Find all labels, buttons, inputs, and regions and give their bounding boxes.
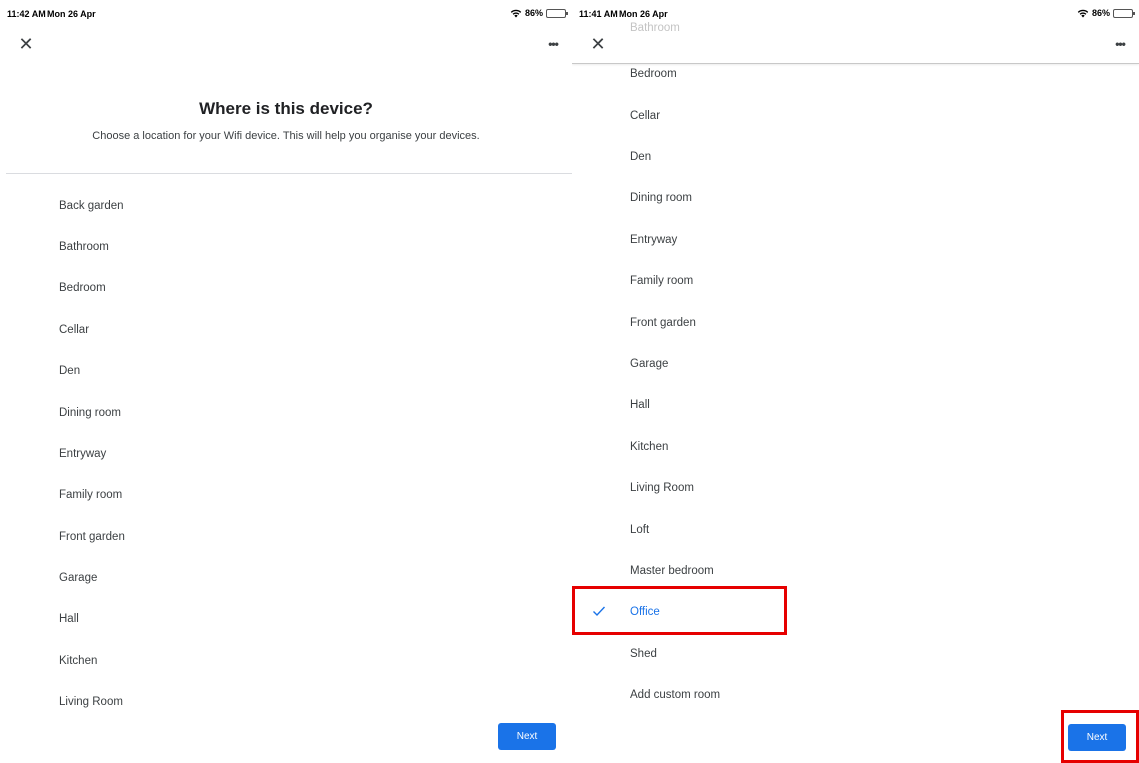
page-subtitle: Choose a location for your Wifi device. …	[92, 130, 480, 142]
room-item[interactable]: Garage	[0, 558, 572, 599]
room-label: Den	[630, 151, 652, 163]
battery-icon	[1113, 8, 1135, 18]
room-item[interactable]: Hall	[0, 599, 572, 640]
room-label: Shed	[630, 648, 657, 660]
room-item-selected[interactable]: Office	[572, 592, 1139, 633]
left-screen: 11:42 AM Mon 26 Apr 86% ✕ ••• Where is t…	[0, 0, 572, 763]
battery-percent: 86%	[524, 8, 543, 18]
room-item[interactable]: Entryway	[0, 434, 572, 475]
room-item[interactable]: Dining room	[572, 178, 1139, 219]
room-item[interactable]: Den	[572, 137, 1139, 178]
room-label: Cellar	[630, 110, 661, 122]
check-icon	[593, 606, 606, 617]
wifi-icon	[510, 9, 522, 18]
room-item[interactable]: Family room	[572, 261, 1139, 302]
room-item[interactable]: Den	[0, 351, 572, 392]
battery-icon	[546, 8, 568, 18]
room-label: Bedroom	[630, 68, 677, 80]
room-item[interactable]: Kitchen	[572, 427, 1139, 468]
room-label: Hall	[59, 613, 79, 625]
room-label: Bathroom	[59, 241, 109, 253]
room-label: Loft	[630, 524, 650, 536]
room-label: Cellar	[59, 324, 90, 336]
room-label: Add custom room	[630, 689, 721, 701]
close-icon: ✕	[590, 34, 606, 54]
room-label: Family room	[630, 275, 694, 287]
room-label: Kitchen	[630, 441, 669, 453]
more-options-icon: •••	[1115, 37, 1126, 51]
room-item[interactable]: Bathroom	[0, 227, 572, 268]
top-bar: Bathroom 11:41 AM Mon 26 Apr 86% ✕ •••	[572, 0, 1139, 64]
room-label: Den	[59, 365, 81, 377]
room-label: Back garden	[59, 200, 124, 212]
status-date: Mon 26 Apr	[619, 9, 668, 19]
room-item[interactable]: Bedroom	[0, 268, 572, 309]
room-label: Office	[630, 606, 660, 618]
room-label: Garage	[630, 358, 669, 370]
room-item[interactable]: Family room	[0, 475, 572, 516]
status-indicators: 86%	[1077, 8, 1135, 18]
status-bar: 11:42 AM Mon 26 Apr 86%	[0, 0, 572, 26]
room-item[interactable]: Cellar	[572, 96, 1139, 137]
room-item[interactable]: Master bedroom	[572, 551, 1139, 592]
close-button[interactable]: ✕	[588, 34, 608, 54]
right-screen: Bathroom 11:41 AM Mon 26 Apr 86% ✕ ••• B…	[572, 0, 1139, 763]
next-button[interactable]: Next	[498, 723, 556, 750]
wifi-icon	[1077, 9, 1089, 18]
room-label: Kitchen	[59, 655, 98, 667]
room-label: Master bedroom	[630, 565, 714, 577]
status-date: Mon 26 Apr	[47, 9, 96, 19]
status-indicators: 86%	[510, 8, 568, 18]
room-label: Family room	[59, 489, 123, 501]
room-label: Entryway	[630, 234, 678, 246]
more-options-button[interactable]: •••	[1110, 34, 1130, 54]
next-button[interactable]: Next	[1068, 724, 1126, 751]
room-label: Front garden	[630, 317, 696, 329]
room-label: Dining room	[630, 192, 692, 204]
add-custom-room[interactable]: Add custom room	[572, 675, 1139, 716]
room-item[interactable]: Back garden	[0, 186, 572, 227]
room-item[interactable]: Entryway	[572, 220, 1139, 261]
room-label: Living Room	[630, 482, 694, 494]
room-item[interactable]: Shed	[572, 634, 1139, 675]
status-time: 11:42 AM	[7, 9, 46, 19]
room-item[interactable]: Front garden	[572, 303, 1139, 344]
status-bar: 11:41 AM Mon 26 Apr 86%	[572, 0, 1139, 26]
room-label: Living Room	[59, 696, 123, 708]
room-item[interactable]: Front garden	[0, 517, 572, 558]
divider	[6, 173, 572, 174]
room-item[interactable]: Loft	[572, 510, 1139, 551]
room-item[interactable]: Living Room	[0, 682, 572, 723]
more-options-icon: •••	[548, 37, 559, 51]
more-options-button[interactable]: •••	[543, 34, 563, 54]
room-item[interactable]: Garage	[572, 344, 1139, 385]
room-label: Front garden	[59, 531, 125, 543]
room-item[interactable]: Hall	[572, 385, 1139, 426]
room-label: Garage	[59, 572, 98, 584]
room-label: Entryway	[59, 448, 107, 460]
room-label: Dining room	[59, 407, 121, 419]
battery-percent: 86%	[1091, 8, 1110, 18]
room-item[interactable]: Dining room	[0, 393, 572, 434]
close-icon: ✕	[18, 34, 34, 54]
status-time: 11:41 AM	[579, 9, 618, 19]
room-item[interactable]: Kitchen	[0, 641, 572, 682]
room-label: Hall	[630, 399, 650, 411]
room-item[interactable]: Living Room	[572, 468, 1139, 509]
room-item[interactable]: Cellar	[0, 310, 572, 351]
close-button[interactable]: ✕	[16, 34, 36, 54]
room-label: Bedroom	[59, 282, 106, 294]
page-title: Where is this device?	[199, 99, 373, 118]
